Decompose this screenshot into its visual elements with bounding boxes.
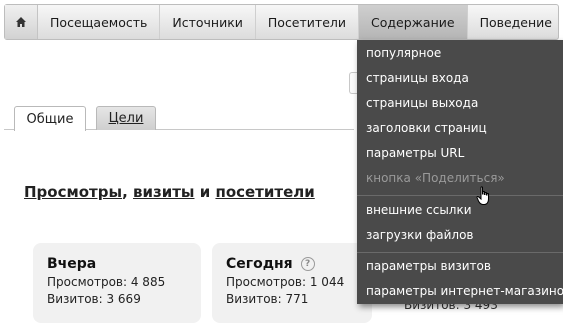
card-title-row: Сегодня ?	[226, 256, 358, 272]
tab-general-label: Общие	[26, 111, 74, 127]
hand-cursor-icon	[476, 186, 489, 205]
menu-item-page-titles[interactable]: заголовки страниц	[366, 121, 487, 135]
nav-item-sources[interactable]: Источники	[160, 5, 256, 39]
nav-home-button[interactable]	[5, 5, 39, 39]
heading-and: и	[194, 183, 216, 201]
menu-item-url-params[interactable]: параметры URL	[366, 146, 464, 160]
section-heading: Просмотры, визиты и посетители	[24, 183, 315, 201]
nav-item-traffic[interactable]: Посещаемость	[38, 5, 161, 39]
menu-item-ecommerce-params[interactable]: параметры интернет-магазинов	[366, 284, 563, 298]
views-link[interactable]: Просмотры	[24, 183, 122, 201]
menu-item-popular[interactable]: популярное	[366, 46, 441, 60]
menu-separator	[357, 195, 563, 196]
nav-item-behavior[interactable]: Поведение	[468, 5, 558, 39]
card-title: Сегодня	[226, 256, 293, 272]
menu-separator	[357, 252, 563, 253]
menu-item-visit-params[interactable]: параметры визитов	[366, 259, 491, 273]
home-icon	[16, 17, 27, 27]
stats-card-yesterday: Вчера Просмотров: 4 885 Визитов: 3 669	[33, 243, 201, 323]
nav-item-visitors[interactable]: Посетители	[256, 5, 359, 39]
nav-item-content[interactable]: Содержание	[359, 5, 468, 39]
card-views: Просмотров: 4 885	[47, 275, 166, 289]
card-title: Вчера	[47, 256, 97, 272]
menu-item-file-downloads[interactable]: загрузки файлов	[366, 228, 474, 242]
visits-link[interactable]: визиты	[133, 183, 195, 201]
tab-general[interactable]: Общие	[14, 106, 86, 131]
content-dropdown-menu: популярное страницы входа страницы выход…	[357, 40, 563, 304]
tab-goals-label: Цели	[108, 111, 144, 126]
top-navigation: Посещаемость Источники Посетители Содерж…	[4, 4, 559, 40]
card-visits: Визитов: 3 669	[47, 292, 141, 306]
help-icon[interactable]: ?	[300, 257, 315, 271]
tab-goals[interactable]: Цели	[96, 106, 156, 130]
visitors-link[interactable]: посетители	[215, 183, 314, 201]
card-views: Просмотров: 1 044	[226, 275, 345, 289]
menu-item-entry-pages[interactable]: страницы входа	[366, 71, 469, 85]
menu-item-exit-pages[interactable]: страницы выхода	[366, 96, 478, 110]
menu-item-share-button[interactable]: кнопка «Поделиться»	[366, 171, 505, 185]
stats-card-today: Сегодня ? Просмотров: 1 044 Визитов: 771	[212, 243, 372, 323]
menu-item-external-links[interactable]: внешние ссылки	[366, 203, 472, 217]
card-visits: Визитов: 771	[226, 292, 309, 306]
heading-separator: ,	[122, 183, 133, 201]
